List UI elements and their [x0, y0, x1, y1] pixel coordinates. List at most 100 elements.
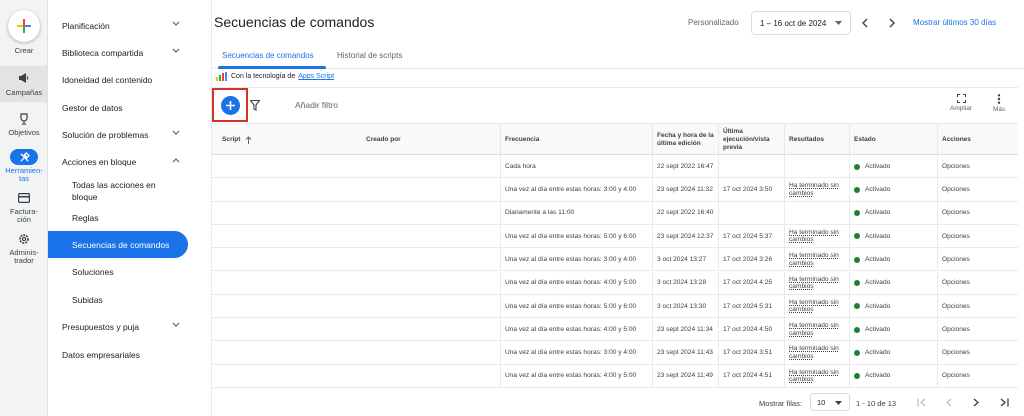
sidebar-item-label: Presupuestos y puja	[62, 321, 140, 332]
cell-acciones-text: Opciones	[942, 325, 970, 333]
cell-resultados-text[interactable]: Ha terminado sin cambios	[789, 345, 849, 360]
sidebar-item-gestor-datos[interactable]: Gestor de datos	[48, 94, 212, 121]
filter-icon[interactable]	[249, 98, 261, 116]
create-button[interactable]	[8, 10, 40, 42]
table-row[interactable]: Cada hora 22 sept 2022 16:47 Activado Opcio…	[212, 155, 1018, 179]
sidebar-item-acciones-bloque[interactable]: Acciones en bloque	[48, 148, 212, 175]
col-header-fecha-edicion[interactable]: Fecha y hora de la última edición	[652, 124, 718, 155]
chevron-down-icon	[172, 48, 180, 53]
next-period-button[interactable]	[885, 16, 899, 30]
table-row[interactable]: Una vez al día entre estas horas: 4:00 y…	[212, 318, 1018, 342]
caret-down-icon	[835, 401, 842, 405]
cell-script	[212, 225, 362, 248]
cell-resultados-text[interactable]: Ha terminado sin cambios	[789, 229, 849, 244]
cell-resultados-text[interactable]: Ha terminado sin cambios	[789, 252, 849, 267]
tab-secuencias[interactable]: Secuencias de comandos	[222, 51, 314, 60]
rows-per-page-select[interactable]: 10	[810, 393, 850, 411]
sidebar-item-soluciones[interactable]: Soluciones	[48, 258, 212, 285]
sidebar-item-reglas[interactable]: Reglas	[48, 204, 212, 231]
table-row[interactable]: Una vez al día entre estas horas: 3:00 y…	[212, 248, 1018, 272]
sidebar-item-datos-empresariales[interactable]: Datos empresariales	[48, 341, 212, 368]
table-row[interactable]: Una vez al día entre estas horas: 5:00 y…	[212, 294, 1018, 319]
cell-frecuencia: Una vez al día entre estas horas: 5:00 y…	[500, 294, 652, 318]
cell-acciones[interactable]: Opciones	[937, 364, 1018, 388]
apps-script-link[interactable]: Apps Script	[298, 73, 334, 80]
col-header-resultados[interactable]: Resultados	[784, 124, 849, 155]
col-header-acciones[interactable]: Acciones	[937, 124, 1018, 155]
cell-acciones[interactable]: Opciones	[937, 341, 1018, 365]
cell-acciones[interactable]: Opciones	[937, 224, 1018, 248]
cell-resultados: Ha terminado sin cambios	[784, 248, 849, 272]
cell-resultados: Ha terminado sin cambios	[784, 364, 849, 388]
sidebar-item-todas-acciones[interactable]: Todas las acciones en bloque	[48, 176, 212, 206]
col-header-script[interactable]: Script	[212, 124, 362, 155]
cell-fecha-edicion-text: 23 sept 2024 12:37	[657, 232, 714, 240]
table-row[interactable]: Una vez al día entre estas horas: 3:00 y…	[212, 178, 1018, 202]
cell-acciones[interactable]: Opciones	[937, 201, 1018, 225]
sidebar-item-subidas[interactable]: Subidas	[48, 286, 212, 313]
cell-script	[212, 155, 362, 178]
sidebar-item-idoneidad[interactable]: Idoneidad del contenido	[48, 66, 212, 93]
status-dot-icon	[854, 303, 860, 310]
cell-frecuencia: Una vez al día entre estas horas: 4:00 y…	[500, 318, 652, 342]
cell-acciones[interactable]: Opciones	[937, 294, 1018, 318]
first-page-button[interactable]	[914, 395, 928, 409]
sidebar-item-biblioteca[interactable]: Biblioteca compartida	[48, 39, 212, 66]
cell-script	[212, 248, 362, 271]
cell-estado-text: Activado	[865, 209, 891, 217]
cell-estado-text: Activado	[865, 279, 891, 287]
previous-period-button[interactable]	[857, 16, 871, 30]
sidebar-item-label: Gestor de datos	[62, 102, 123, 113]
cell-frecuencia-text: Diariamente a las 11:00	[505, 209, 575, 217]
sidebar-item-secuencias[interactable]: Secuencias de comandos	[48, 231, 188, 258]
col-header-creado-por[interactable]: Creado por	[362, 124, 500, 155]
sidebar-item-solucion-problemas[interactable]: Solución de problemas	[48, 121, 212, 148]
cell-estado-text: Activado	[865, 325, 891, 333]
cell-resultados-text[interactable]: Ha terminado sin cambios	[789, 322, 849, 337]
sidebar: Planificación Biblioteca compartida Idon…	[48, 0, 212, 416]
table-row[interactable]: Diariamente a las 11:00 22 sept 2022 16:4…	[212, 201, 1018, 225]
table-row[interactable]: Una vez al día entre estas horas: 3:00 y…	[212, 341, 1018, 365]
cell-resultados-text[interactable]: Ha terminado sin cambios	[789, 299, 849, 314]
cell-estado: Activado	[849, 364, 937, 388]
cell-resultados-text[interactable]: Ha terminado sin cambios	[789, 276, 849, 291]
table-row[interactable]: Una vez al día entre estas horas: 4:00 y…	[212, 364, 1018, 388]
add-script-button[interactable]	[221, 96, 240, 115]
credit-card-icon[interactable]	[0, 193, 48, 203]
cell-resultados-text[interactable]: Ha terminado sin cambios	[789, 369, 849, 384]
table-row[interactable]: Una vez al día entre estas horas: 4:00 y…	[212, 271, 1018, 295]
cell-acciones-text: Opciones	[942, 302, 970, 310]
sidebar-item-presupuestos[interactable]: Presupuestos y puja	[48, 313, 212, 340]
sidebar-item-label: Soluciones	[72, 266, 114, 277]
cell-acciones[interactable]: Opciones	[937, 178, 1018, 202]
cell-resultados: Ha terminado sin cambios	[784, 271, 849, 295]
col-header-estado[interactable]: Estado	[849, 124, 937, 155]
cell-acciones[interactable]: Opciones	[937, 155, 1018, 178]
expand-button[interactable]: Ampliar	[950, 94, 972, 112]
trophy-icon[interactable]	[0, 113, 48, 125]
cell-acciones-text: Opciones	[942, 372, 970, 380]
chevron-left-icon	[861, 18, 867, 28]
tools-icon[interactable]	[10, 149, 38, 165]
next-page-button[interactable]	[969, 395, 983, 409]
cell-acciones[interactable]: Opciones	[937, 318, 1018, 342]
table-row[interactable]: Una vez al día entre estas horas: 5:00 y…	[212, 224, 1018, 249]
tab-historial[interactable]: Historial de scripts	[337, 51, 402, 60]
add-script-highlight	[212, 88, 248, 122]
date-range-select[interactable]: 1 – 16 oct de 2024	[751, 11, 851, 35]
cell-resultados-text[interactable]: Ha terminado sin cambios	[789, 182, 849, 197]
previous-page-button[interactable]	[941, 395, 955, 409]
chevron-down-icon	[172, 322, 180, 327]
gear-icon[interactable]	[0, 233, 48, 245]
cell-fecha-edicion-text: 3 oct 2024 13:27	[657, 255, 707, 263]
add-filter-input[interactable]: Añadir filtro	[295, 100, 338, 110]
more-button[interactable]: Más	[993, 94, 1005, 113]
cell-acciones[interactable]: Opciones	[937, 271, 1018, 295]
last-page-button[interactable]	[997, 395, 1011, 409]
cell-acciones[interactable]: Opciones	[937, 248, 1018, 272]
cell-resultados	[784, 201, 849, 225]
sidebar-item-planificacion[interactable]: Planificación	[48, 12, 212, 39]
col-header-frecuencia[interactable]: Frecuencia	[500, 124, 652, 155]
show-last-30-days-link[interactable]: Mostrar últimos 30 días	[913, 18, 996, 27]
col-header-ultima-ejecucion[interactable]: Última ejecución/vista previa	[718, 124, 784, 155]
